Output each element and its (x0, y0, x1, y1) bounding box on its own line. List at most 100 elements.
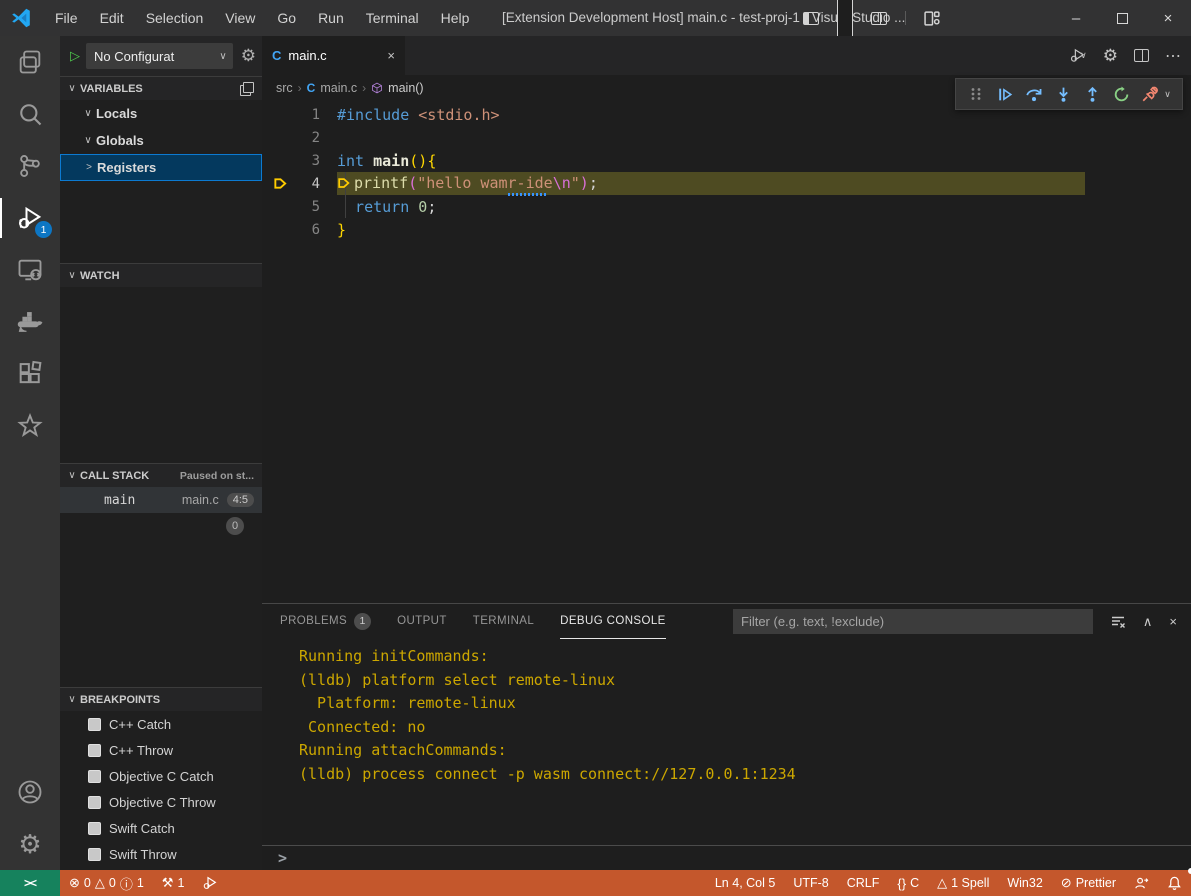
menu-help[interactable]: Help (430, 0, 481, 36)
split-editor-icon[interactable] (1134, 49, 1149, 62)
toggle-secondary-sidebar-icon[interactable] (871, 12, 887, 25)
extensions-icon[interactable] (0, 348, 60, 400)
test-explorer-star-icon[interactable] (0, 400, 60, 452)
watch-section-header[interactable]: ∨ WATCH (60, 263, 262, 287)
chevron-down-icon[interactable]: ∨ (1164, 89, 1171, 100)
breakpoint-objc-catch[interactable]: Objective C Catch (60, 763, 262, 789)
search-icon[interactable] (0, 88, 60, 140)
variables-globals-row[interactable]: ∨ Globals (60, 127, 262, 154)
breadcrumb-symbol[interactable]: main() (388, 81, 423, 95)
step-into-icon[interactable] (1054, 85, 1072, 103)
code-line-5[interactable]: 5 return 0; (262, 195, 1191, 218)
configure-launch-icon[interactable]: ⚙ (239, 46, 256, 66)
settings-gear-icon[interactable]: ⚙ (0, 818, 60, 870)
platform-status[interactable]: Win32 (998, 870, 1051, 896)
menu-go[interactable]: Go (266, 0, 307, 36)
menu-run[interactable]: Run (307, 0, 355, 36)
code-line-6[interactable]: 6 } (262, 218, 1191, 241)
close-tab-icon[interactable]: × (387, 48, 395, 63)
tab-problems[interactable]: PROBLEMS 1 (280, 604, 371, 639)
checkbox-unchecked[interactable] (88, 770, 101, 783)
formatter-status[interactable]: ⊘ Prettier (1052, 870, 1125, 896)
breakpoint-cpp-catch[interactable]: C++ Catch (60, 711, 262, 737)
gear-icon[interactable]: ⚙ (1103, 46, 1118, 66)
gutter[interactable]: 6 (262, 222, 337, 238)
run-or-debug-button[interactable]: ∨ (1069, 47, 1087, 64)
checkbox-unchecked[interactable] (88, 848, 101, 861)
cursor-position[interactable]: Ln 4, Col 5 (706, 870, 784, 896)
encoding[interactable]: UTF-8 (784, 870, 837, 896)
checkbox-unchecked[interactable] (88, 718, 101, 731)
gutter[interactable]: 3 (262, 153, 337, 169)
more-actions-icon[interactable]: ⋯ (1165, 46, 1181, 66)
code-line-4-current[interactable]: 4 printf("hello wamr-ide\n"); (262, 172, 1191, 195)
clear-console-icon[interactable] (1110, 614, 1126, 630)
customize-layout-icon[interactable] (924, 10, 941, 27)
breakpoints-section-header[interactable]: ∨ BREAKPOINTS (60, 687, 262, 711)
menu-edit[interactable]: Edit (89, 0, 135, 36)
code-line-2[interactable]: 2 (262, 126, 1191, 149)
debug-configuration-dropdown[interactable]: No Configurat ∨ (86, 43, 233, 69)
gutter[interactable]: 5 (262, 199, 337, 215)
code-editor[interactable]: 1 #include <stdio.h> 2 3 int main(){ (262, 100, 1191, 241)
breakpoint-cpp-throw[interactable]: C++ Throw (60, 737, 262, 763)
minimize-button[interactable]: – (1053, 0, 1099, 36)
variables-registers-row[interactable]: > Registers (60, 154, 262, 181)
variables-section-header[interactable]: ∨ VARIABLES (60, 76, 262, 100)
variables-locals-row[interactable]: ∨ Locals (60, 100, 262, 127)
explorer-icon[interactable] (0, 36, 60, 88)
restart-icon[interactable] (1112, 85, 1130, 103)
drag-grip-icon[interactable] (967, 85, 985, 103)
call-stack-section-header[interactable]: ∨ CALL STACK Paused on st... (60, 463, 262, 487)
disconnect-icon[interactable] (1141, 85, 1159, 103)
console-filter-input[interactable] (733, 609, 1093, 634)
gutter[interactable]: 2 (262, 130, 337, 146)
close-panel-icon[interactable]: × (1169, 614, 1177, 629)
breadcrumb-folder[interactable]: src (276, 81, 293, 95)
toggle-sidebar-icon[interactable] (803, 12, 819, 25)
step-over-icon[interactable] (1025, 85, 1043, 103)
gutter[interactable]: 4 (262, 176, 337, 192)
breadcrumb-file[interactable]: main.c (320, 81, 357, 95)
breakpoint-swift-catch[interactable]: Swift Catch (60, 815, 262, 841)
tab-terminal[interactable]: TERMINAL (473, 604, 534, 639)
menu-terminal[interactable]: Terminal (355, 0, 430, 36)
close-button[interactable]: × (1145, 0, 1191, 36)
breakpoint-objc-throw[interactable]: Objective C Throw (60, 789, 262, 815)
checkbox-unchecked[interactable] (88, 796, 101, 809)
accounts-icon[interactable] (0, 766, 60, 818)
maximize-panel-icon[interactable]: ∧ (1143, 614, 1153, 630)
tab-debug-console[interactable]: DEBUG CONSOLE (560, 604, 666, 639)
menu-file[interactable]: File (44, 0, 89, 36)
maximize-button[interactable] (1099, 0, 1145, 36)
start-debugging-icon[interactable]: ▷ (70, 48, 80, 64)
stack-frame-row[interactable]: main main.c 4:5 (60, 487, 262, 513)
tab-output[interactable]: OUTPUT (397, 604, 447, 639)
eol-sequence[interactable]: CRLF (838, 870, 889, 896)
remote-indicator[interactable]: >< (0, 870, 60, 896)
thread-row[interactable]: 0 (60, 513, 262, 539)
remote-explorer-icon[interactable] (0, 244, 60, 296)
menu-selection[interactable]: Selection (135, 0, 215, 36)
tab-main-c[interactable]: C main.c × (262, 36, 405, 75)
continue-icon[interactable] (996, 85, 1014, 103)
debug-status[interactable] (193, 870, 227, 896)
debug-console-input[interactable]: > (262, 845, 1191, 870)
copy-icon[interactable] (240, 82, 254, 96)
feedback-status[interactable] (1125, 870, 1158, 896)
checkbox-unchecked[interactable] (88, 744, 101, 757)
source-control-icon[interactable] (0, 140, 60, 192)
menu-view[interactable]: View (214, 0, 266, 36)
gutter[interactable]: 1 (262, 107, 337, 123)
tools-status[interactable]: ⚒ 1 (153, 870, 194, 896)
docker-icon[interactable] (0, 296, 60, 348)
breakpoint-swift-throw[interactable]: Swift Throw (60, 841, 262, 867)
notifications-bell[interactable] (1158, 870, 1191, 896)
run-and-debug-icon[interactable]: 1 (0, 192, 60, 244)
step-out-icon[interactable] (1083, 85, 1101, 103)
spell-checker-status[interactable]: △ 1 Spell (928, 870, 998, 896)
code-line-3[interactable]: 3 int main(){ (262, 149, 1191, 172)
checkbox-unchecked[interactable] (88, 822, 101, 835)
problems-status[interactable]: ⊗ 0 △ 0 ⓘ 1 (60, 870, 153, 896)
language-mode[interactable]: {} C (888, 870, 928, 896)
